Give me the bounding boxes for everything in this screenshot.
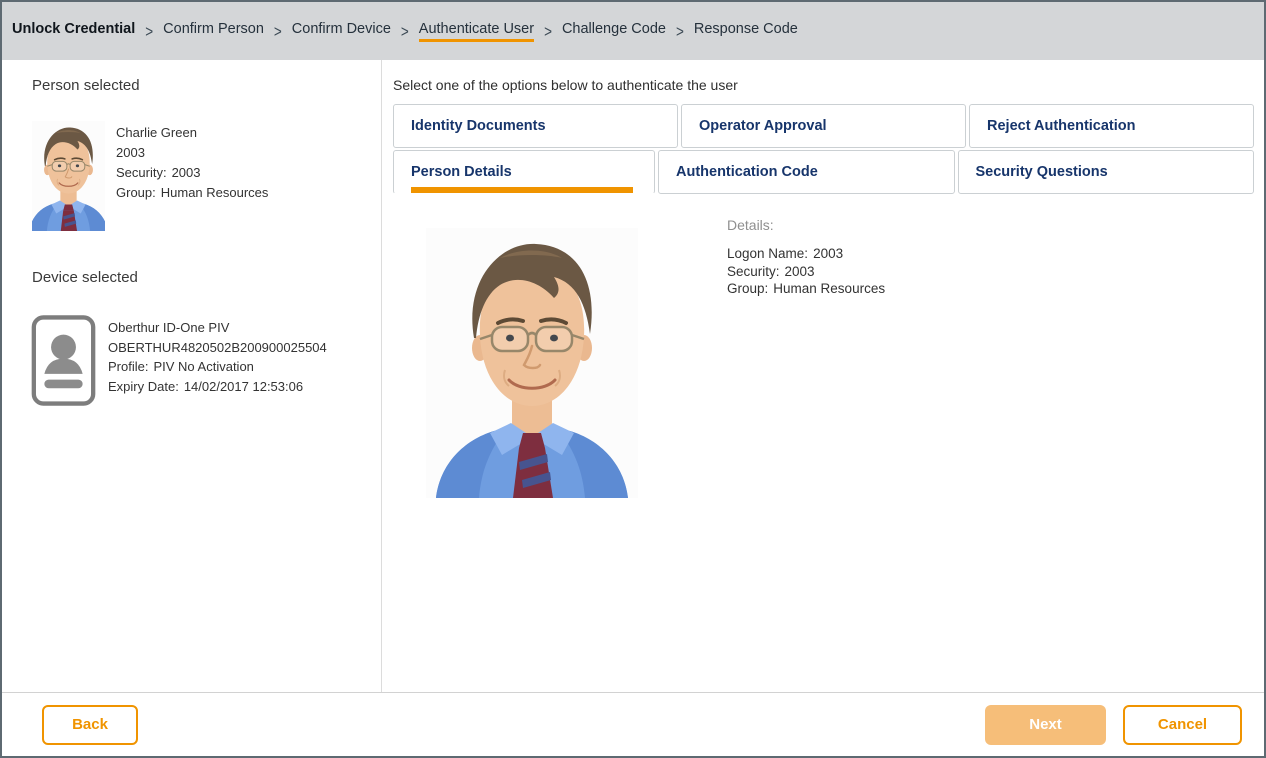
back-button[interactable]: Back	[42, 705, 138, 745]
next-button[interactable]: Next	[985, 705, 1106, 745]
detail-row: Security:2003	[727, 263, 885, 281]
chevron-separator-icon: >	[274, 22, 282, 41]
breadcrumb-item[interactable]: Response Code	[694, 21, 798, 42]
breadcrumb-entry: > Response Code	[666, 21, 798, 42]
details-heading: Details:	[727, 217, 885, 233]
detail-row: Group:Human Resources	[727, 280, 885, 298]
details-rows: Logon Name:2003 Security:2003 Group:Huma…	[727, 245, 885, 298]
device-info-line: Oberthur ID-One PIV	[108, 318, 327, 338]
device-info-line: OBERTHUR4820502B200900025504	[108, 338, 327, 358]
breadcrumb: Unlock Credential > Confirm Person > Con…	[12, 21, 798, 42]
selected-device-card: Oberthur ID-One PIV OBERTHUR4820502B2009…	[32, 313, 363, 408]
person-photo-thumbnail	[32, 121, 105, 231]
breadcrumb-entry: Unlock Credential	[12, 21, 135, 42]
auth-tabs-row-2: Person Details Authentication Code Secur…	[393, 150, 1254, 194]
cancel-button[interactable]: Cancel	[1123, 705, 1242, 745]
breadcrumb-item[interactable]: Unlock Credential	[12, 21, 135, 42]
breadcrumb-item[interactable]: Confirm Person	[163, 21, 264, 42]
selected-person-card: Charlie Green 2003 Security:2003 Group:H…	[32, 121, 363, 231]
device-info-line: Profile:PIV No Activation	[108, 357, 327, 377]
breadcrumb-entry: > Authenticate User	[391, 21, 534, 42]
auth-option-tab[interactable]: Operator Approval	[681, 104, 966, 148]
footer-bar: Back Next Cancel	[2, 692, 1264, 756]
breadcrumb-entry: > Challenge Code	[534, 21, 666, 42]
breadcrumb-entry: > Confirm Device	[264, 21, 391, 42]
breadcrumb-item[interactable]: Authenticate User	[419, 21, 534, 42]
authenticate-user-panel: Select one of the options below to authe…	[382, 60, 1264, 692]
breadcrumb-item[interactable]: Challenge Code	[562, 21, 666, 42]
unlock-credential-window: Unlock Credential > Confirm Person > Con…	[0, 0, 1266, 758]
auth-option-tab[interactable]: Reject Authentication	[969, 104, 1254, 148]
auth-option-tab[interactable]: Security Questions	[958, 150, 1255, 194]
chevron-separator-icon: >	[544, 22, 552, 41]
breadcrumb-entry: > Confirm Person	[135, 21, 264, 42]
chevron-separator-icon: >	[145, 22, 153, 41]
person-details-content: Details: Logon Name:2003 Security:2003 G…	[393, 217, 1254, 498]
person-info-line: Group:Human Resources	[116, 183, 268, 203]
person-selected-heading: Person selected	[32, 77, 363, 94]
person-photo-large	[426, 228, 638, 498]
device-info: Oberthur ID-One PIV OBERTHUR4820502B2009…	[108, 313, 327, 408]
auth-option-tab[interactable]: Person Details	[393, 150, 655, 194]
device-info-line: Expiry Date:14/02/2017 12:53:06	[108, 377, 327, 397]
person-info-line: Security:2003	[116, 163, 268, 183]
auth-option-tab[interactable]: Authentication Code	[658, 150, 955, 194]
person-info-line: 2003	[116, 143, 268, 163]
breadcrumb-bar: Unlock Credential > Confirm Person > Con…	[2, 2, 1264, 60]
smartcard-icon	[30, 313, 97, 408]
person-info: Charlie Green 2003 Security:2003 Group:H…	[116, 121, 268, 231]
person-info-line: Charlie Green	[116, 123, 268, 143]
device-selected-heading: Device selected	[32, 269, 363, 286]
detail-row: Logon Name:2003	[727, 245, 885, 263]
auth-option-tab[interactable]: Identity Documents	[393, 104, 678, 148]
breadcrumb-item[interactable]: Confirm Device	[292, 21, 391, 42]
intro-text: Select one of the options below to authe…	[393, 77, 1254, 93]
selection-sidebar: Person selected Charlie Green 2003 Secur…	[2, 60, 382, 692]
chevron-separator-icon: >	[401, 22, 409, 41]
details-block: Details: Logon Name:2003 Security:2003 G…	[727, 217, 885, 498]
chevron-separator-icon: >	[676, 22, 684, 41]
auth-tabs-row-1: Identity Documents Operator Approval Rej…	[393, 104, 1254, 148]
